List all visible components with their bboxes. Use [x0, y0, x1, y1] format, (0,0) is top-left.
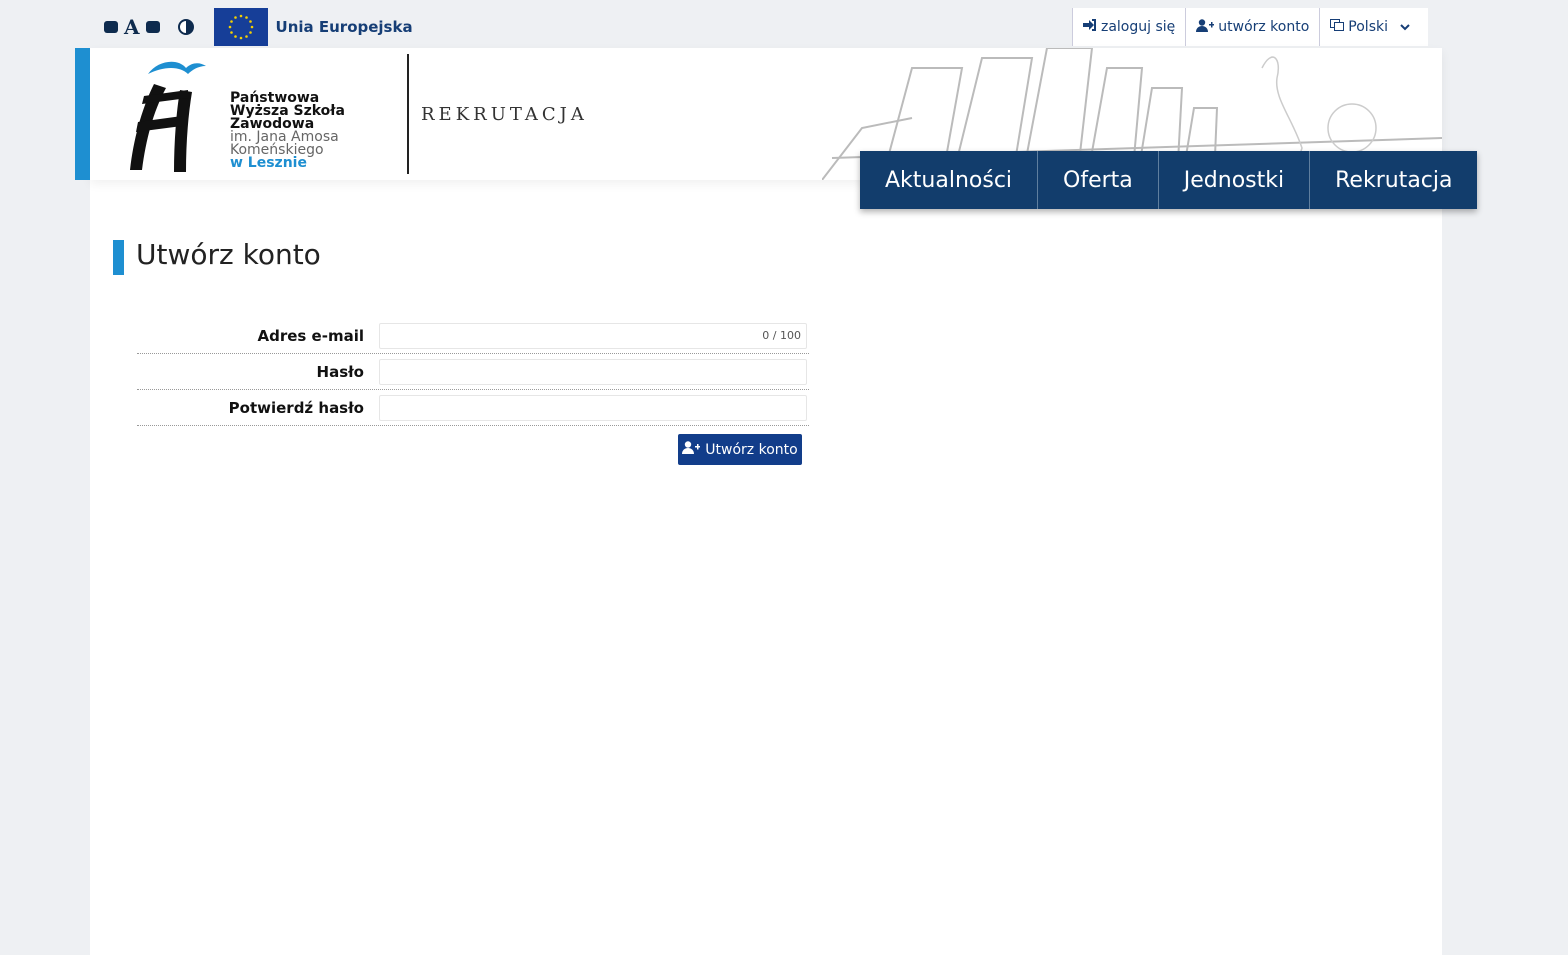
create-account-link[interactable]: utwórz konto [1185, 8, 1320, 46]
accent-stripe-left [75, 48, 90, 180]
language-icon [1330, 19, 1345, 35]
nav-item-rekrutacja[interactable]: Rekrutacja [1309, 151, 1477, 209]
font-decrease-button[interactable]: − [104, 21, 118, 33]
create-account-label: utwórz konto [1218, 19, 1310, 35]
section-title: REKRUTACJA [421, 104, 588, 125]
user-plus-icon [682, 441, 701, 458]
university-logo[interactable]: Państwowa Wyższa Szkoła Zawodowa im. Jan… [120, 54, 360, 176]
confirm-password-field[interactable] [379, 394, 807, 421]
contrast-icon[interactable] [177, 19, 194, 35]
main-nav: Aktualności Oferta Jednostki Rekrutacja [860, 151, 1478, 209]
font-reset-button[interactable]: A [124, 15, 140, 39]
form-row-confirm-password: Potwierdź hasło [137, 390, 809, 426]
sign-in-icon [1082, 19, 1097, 35]
form-row-email: Adres e-mail 0 / 100 [137, 318, 809, 354]
eu-link[interactable]: Unia Europejska [276, 18, 413, 36]
login-link[interactable]: zaloguj się [1071, 8, 1186, 46]
email-field[interactable]: 0 / 100 [379, 322, 807, 349]
language-select[interactable]: Polski [1319, 8, 1428, 46]
logo-line: w Lesznie [230, 155, 307, 171]
header-divider [407, 54, 409, 174]
title-accent-bar [113, 240, 124, 275]
password-label: Hasło [316, 362, 364, 381]
nav-item-oferta[interactable]: Oferta [1037, 151, 1158, 209]
confirm-password-label: Potwierdź hasło [228, 398, 364, 417]
create-account-button-label: Utwórz konto [705, 441, 798, 458]
login-label: zaloguj się [1100, 19, 1176, 35]
create-account-form: Adres e-mail 0 / 100 Hasło Potwierdź has… [137, 318, 809, 426]
user-links: zaloguj się utwórz konto Polski [1071, 8, 1428, 46]
top-bar: − A + Unia Europejska zaloguj się utwórz… [90, 8, 1442, 46]
create-account-button[interactable]: Utwórz konto [678, 434, 802, 465]
form-row-password: Hasło [137, 354, 809, 390]
font-increase-button[interactable]: + [145, 21, 160, 33]
nav-item-aktualnosci[interactable]: Aktualności [860, 151, 1037, 209]
nav-item-jednostki[interactable]: Jednostki [1157, 151, 1309, 209]
email-label: Adres e-mail [257, 326, 364, 345]
page-title: Utwórz konto [136, 238, 321, 271]
eu-flag-icon[interactable] [213, 8, 268, 46]
password-field[interactable] [379, 358, 807, 385]
language-label: Polski [1348, 19, 1388, 35]
user-plus-icon [1196, 18, 1215, 36]
email-char-counter: 0 / 100 [762, 328, 801, 342]
chevron-down-icon [1400, 19, 1410, 35]
logo-text: Państwowa Wyższa Szkoła Zawodowa im. Jan… [230, 91, 345, 171]
accessibility-controls: − A + [104, 15, 194, 39]
